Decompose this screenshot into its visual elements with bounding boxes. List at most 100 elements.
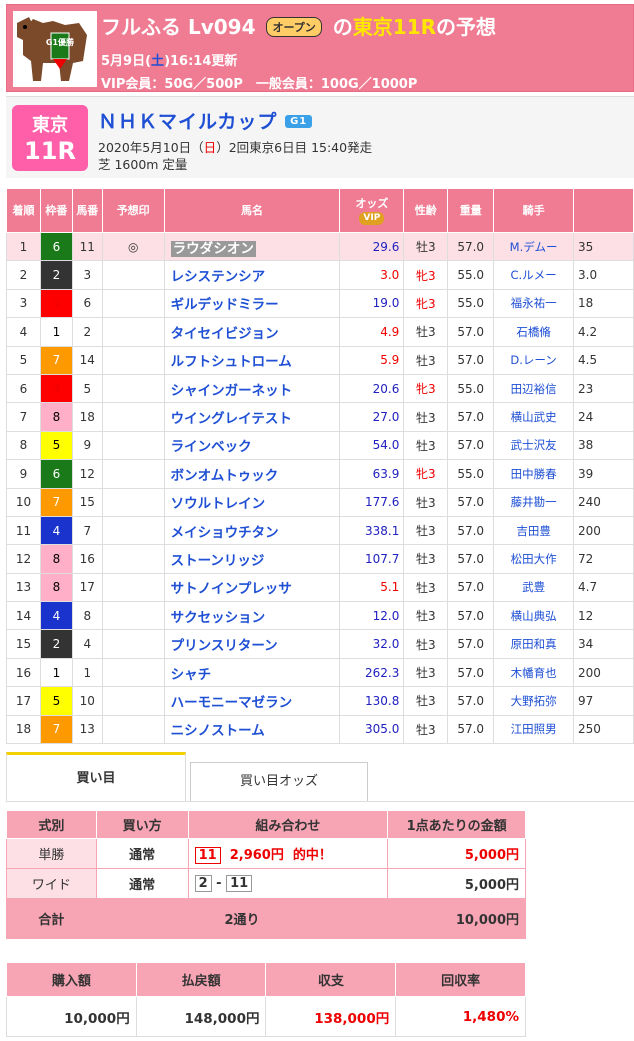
popularity-cell: 4.2 [573, 317, 634, 347]
horse-name-link[interactable]: タイセイビジョン [171, 326, 279, 342]
waku-cell: 6 [39, 231, 73, 262]
horse-name-link[interactable]: ラウダシオン [170, 240, 256, 257]
waku-cell: 4 [39, 515, 73, 546]
table-row: 16 1 1 シャチ 262.3 牡3 57.0 木幡育也 200 [6, 657, 634, 688]
jockey-cell[interactable]: 田中勝春 [493, 459, 575, 489]
jockey-cell[interactable]: 大野拓弥 [493, 686, 575, 716]
mascot-label: G1優勝 [46, 37, 75, 47]
umaban-cell: 9 [71, 430, 103, 461]
open-badge: オープン [266, 17, 322, 37]
jockey-cell[interactable]: C.ルメー [493, 260, 575, 290]
jockey-cell[interactable]: 石橋脩 [493, 317, 575, 347]
horse-name-link[interactable]: ニシノストーム [171, 723, 265, 739]
results-body: 1 6 11 ◎ ラウダシオン 29.6 牡3 57.0 M.デムー 35 2 2 3 レシステンシア 3.… [6, 231, 634, 745]
table-row: 13 8 17 サトノインプレッサ 5.1 牡3 57.0 武豊 4.7 [6, 572, 634, 603]
table-row: 1 6 11 ◎ ラウダシオン 29.6 牡3 57.0 M.デムー 35 [6, 231, 634, 262]
horse-name-link[interactable]: メイショウチタン [171, 525, 279, 541]
umaban-cell: 4 [71, 629, 103, 659]
sex-age-cell: 牡3 [403, 487, 449, 517]
race-badge: 東京 11R [12, 105, 88, 171]
horse-name-cell[interactable]: ウイングレイテスト [163, 402, 341, 432]
horse-name-cell[interactable]: ソウルトレイン [163, 487, 341, 517]
horse-name-cell[interactable]: タイセイビジョン [163, 317, 341, 347]
table-row: 7 8 18 ウイングレイテスト 27.0 牡3 57.0 横山武史 24 [6, 402, 634, 432]
horse-name-cell[interactable]: ラウダシオン [163, 231, 341, 262]
popularity-cell: 35 [573, 231, 634, 262]
waku-cell: 3 [39, 288, 73, 319]
mark-cell [101, 487, 165, 517]
jockey-cell[interactable]: 武士沢友 [493, 430, 575, 461]
horse-name-link[interactable]: レシステンシア [171, 269, 266, 285]
horse-name-link[interactable]: ギルデッドミラー [171, 297, 279, 313]
weight-cell: 57.0 [447, 345, 495, 375]
rank-cell: 7 [6, 402, 41, 432]
horse-name-cell[interactable]: ストーンリッジ [163, 544, 341, 574]
jockey-cell[interactable]: 吉田豊 [493, 515, 575, 546]
waku-cell: 7 [39, 714, 73, 745]
horse-name-cell[interactable]: サクセッション [163, 601, 341, 631]
tab-bets[interactable]: 買い目 [6, 752, 186, 802]
horse-name-link[interactable]: シャチ [171, 667, 212, 683]
rank-cell: 15 [6, 629, 41, 659]
jockey-cell[interactable]: 藤井勘一 [493, 487, 575, 517]
horse-name-cell[interactable]: サトノインプレッサ [163, 572, 341, 603]
payout-amount: 148,000円 [135, 996, 267, 1037]
tab-bet-odds[interactable]: 買い目オッズ [190, 762, 368, 802]
bets-table: 式別 買い方 組み合わせ 1点あたりの金額 単勝 通常 11 2,960円 的中… [6, 810, 526, 939]
jockey-cell[interactable]: 横山武史 [493, 402, 575, 432]
horse-name-link[interactable]: シャインガーネット [171, 383, 293, 399]
horse-name-cell[interactable]: レシステンシア [163, 260, 341, 290]
jockey-cell[interactable]: 原田和真 [493, 629, 575, 659]
jockey-cell[interactable]: 横山典弘 [493, 601, 575, 631]
popularity-cell: 23 [573, 373, 634, 404]
horse-name-link[interactable]: ソウルトレイン [171, 496, 266, 512]
sex-age-cell: 牡3 [403, 544, 449, 574]
jockey-cell[interactable]: 木幡育也 [493, 657, 575, 688]
col-sex: 性齢 [403, 188, 449, 233]
horse-name-cell[interactable]: ギルデッドミラー [163, 288, 341, 319]
vip-badge: VIP [359, 211, 385, 225]
jockey-cell[interactable]: 福永祐一 [493, 288, 575, 319]
title-user: フルふる [101, 15, 181, 39]
horse-name-link[interactable]: ルフトシュトローム [171, 354, 292, 370]
horse-name-cell[interactable]: プリンスリターン [163, 629, 341, 659]
bets-header: 式別 買い方 組み合わせ 1点あたりの金額 [6, 810, 526, 839]
horse-name-cell[interactable]: ルフトシュトローム [163, 345, 341, 375]
col-umaban: 馬番 [71, 188, 103, 233]
bets-col-combo: 組み合わせ [187, 810, 389, 839]
jockey-cell[interactable]: 田辺裕信 [493, 373, 575, 404]
jockey-cell[interactable]: M.デムー [493, 231, 575, 262]
bet-row: 単勝 通常 11 2,960円 的中！ 5,000円 [6, 838, 526, 869]
jockey-cell[interactable]: 武豊 [493, 572, 575, 603]
horse-name-link[interactable]: プリンスリターン [171, 638, 278, 654]
horse-name-cell[interactable]: ボンオムトゥック [163, 459, 341, 489]
mark-cell [101, 572, 165, 603]
jockey-cell[interactable]: 松田大作 [493, 544, 575, 574]
horse-name-cell[interactable]: ハーモニーマゼラン [163, 686, 341, 716]
horse-name-link[interactable]: ハーモニーマゼラン [171, 695, 293, 711]
jockey-cell[interactable]: D.レーン [493, 345, 575, 375]
horse-name-link[interactable]: ストーンリッジ [171, 553, 265, 569]
horse-name-link[interactable]: ウイングレイテスト [171, 411, 292, 427]
horse-name-cell[interactable]: シャチ [163, 657, 341, 688]
horse-name-link[interactable]: サクセッション [171, 610, 266, 626]
jockey-cell[interactable]: 江田照男 [493, 714, 575, 745]
table-row: 17 5 10 ハーモニーマゼラン 130.8 牡3 57.0 大野拓弥 97 [6, 686, 634, 716]
sex-age-cell: 牡3 [403, 714, 449, 745]
horse-name-cell[interactable]: ニシノストーム [163, 714, 341, 745]
horse-name-link[interactable]: ラインベック [171, 439, 252, 455]
summary-table: 購入額 払戻額 収支 回収率 10,000円 148,000円 138,000円… [6, 962, 526, 1037]
horse-name-link[interactable]: ボンオムトゥック [171, 468, 279, 484]
weight-cell: 57.0 [447, 601, 495, 631]
umaban-cell: 7 [71, 515, 103, 546]
rank-cell: 11 [6, 515, 41, 546]
race-course: 芝 1600m 定量 [98, 157, 188, 172]
horse-name-link[interactable]: サトノインプレッサ [171, 581, 292, 597]
umaban-cell: 16 [71, 544, 103, 574]
horse-name-cell[interactable]: ラインベック [163, 430, 341, 461]
rank-cell: 5 [6, 345, 41, 375]
horse-name-cell[interactable]: シャインガーネット [163, 373, 341, 404]
mark-cell: ◎ [101, 231, 165, 262]
rank-cell: 1 [6, 231, 41, 262]
horse-name-cell[interactable]: メイショウチタン [163, 515, 341, 546]
